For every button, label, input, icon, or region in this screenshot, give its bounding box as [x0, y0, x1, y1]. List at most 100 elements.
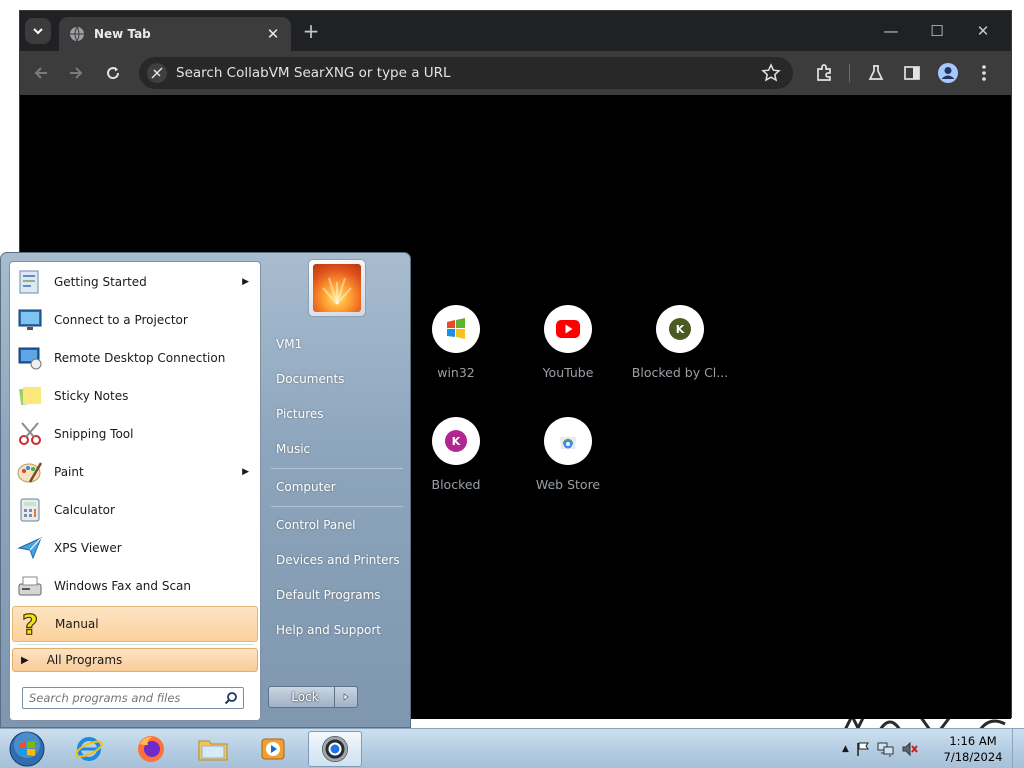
puzzle-icon — [817, 64, 831, 81]
start-link-devices-printers[interactable]: Devices and Printers — [268, 545, 404, 575]
shortcut-web-store[interactable]: Web Store — [513, 417, 623, 492]
tab-new-tab[interactable]: New Tab ✕ — [59, 17, 291, 51]
side-panel-icon — [904, 66, 920, 80]
shortcut-blocked[interactable]: K Blocked — [401, 417, 511, 492]
menu-button[interactable] — [972, 61, 996, 85]
globe-icon — [70, 26, 84, 42]
action-center-flag-icon[interactable] — [855, 741, 871, 757]
firefox-icon — [138, 736, 164, 762]
shortcut-label: Blocked by Cl... — [631, 365, 729, 380]
start-link-vm1[interactable]: VM1 — [268, 329, 404, 359]
program-getting-started[interactable]: Getting Started ▶ — [12, 264, 258, 300]
bookmark-star-icon[interactable] — [761, 63, 781, 83]
omnibox[interactable]: Search CollabVM SearXNG or type a URL — [139, 57, 793, 89]
shortcut-icon-circle — [432, 305, 480, 353]
maximize-button[interactable]: ☐ — [922, 19, 952, 43]
chevron-down-icon — [33, 28, 43, 35]
start-right-separator — [271, 506, 403, 507]
taskbar-clock[interactable]: 1:16 AM 7/18/2024 — [938, 733, 1008, 765]
program-calculator[interactable]: Calculator — [12, 492, 258, 528]
clock-time: 1:16 AM — [949, 734, 997, 748]
program-manual[interactable]: ? Manual — [12, 606, 258, 642]
browser-toolbar: Search CollabVM SearXNG or type a URL — [20, 51, 1011, 95]
taskbar-file-explorer[interactable] — [186, 731, 240, 767]
shortcut-blocked-by-cl[interactable]: K Blocked by Cl... — [625, 305, 735, 380]
side-panel-button[interactable] — [900, 61, 924, 85]
labs-button[interactable] — [864, 61, 888, 85]
volume-muted-icon[interactable] — [901, 741, 919, 757]
shortcut-youtube[interactable]: YouTube — [513, 305, 623, 380]
media-player-icon — [261, 738, 285, 760]
toolbar-divider — [849, 64, 850, 82]
shortcut-icon-circle — [544, 417, 592, 465]
all-programs-button[interactable]: ▶ All Programs — [12, 648, 258, 672]
tab-strip: New Tab ✕ + — ☐ ✕ — [20, 11, 1011, 51]
shortcut-win32[interactable]: win32 — [401, 305, 511, 380]
user-picture[interactable] — [308, 259, 366, 317]
arrow-right-icon — [70, 67, 83, 79]
taskbar-internet-explorer[interactable] — [62, 731, 116, 767]
start-link-default-programs[interactable]: Default Programs — [268, 580, 404, 610]
program-xps-viewer[interactable]: XPS Viewer — [12, 530, 258, 566]
program-sticky-notes[interactable]: Sticky Notes — [12, 378, 258, 414]
kebab-menu-icon — [982, 65, 986, 81]
program-snipping-tool[interactable]: Snipping Tool — [12, 416, 258, 452]
taskbar-chrome[interactable] — [308, 731, 362, 767]
close-window-button[interactable]: ✕ — [968, 19, 998, 43]
triangle-right-icon: ▶ — [21, 654, 29, 666]
start-button[interactable] — [6, 729, 48, 768]
start-search-box[interactable] — [22, 687, 244, 709]
lock-button[interactable]: Lock — [268, 686, 342, 708]
program-connect-projector[interactable]: Connect to a Projector — [12, 302, 258, 338]
network-icon[interactable] — [877, 741, 895, 757]
profile-button[interactable] — [936, 61, 960, 85]
program-label: Connect to a Projector — [54, 313, 188, 327]
flask-icon — [868, 65, 884, 80]
program-label: Remote Desktop Connection — [54, 351, 226, 365]
start-link-pictures[interactable]: Pictures — [268, 399, 404, 429]
tab-search-button[interactable] — [25, 18, 51, 44]
program-fax-scan[interactable]: Windows Fax and Scan — [12, 568, 258, 604]
shortcut-label: win32 — [437, 365, 475, 380]
windows-logo-icon — [447, 318, 465, 339]
taskbar-media-player[interactable] — [246, 731, 300, 767]
start-menu: Getting Started ▶ Connect to a Projector… — [0, 252, 411, 728]
shutdown-options-button[interactable] — [334, 686, 358, 708]
start-link-help-support[interactable]: Help and Support — [268, 615, 404, 645]
flower-avatar-icon — [313, 264, 361, 312]
minimize-button[interactable]: — — [876, 19, 906, 43]
reload-button[interactable] — [100, 60, 126, 86]
search-icon — [224, 692, 237, 705]
back-button[interactable] — [28, 60, 54, 86]
shortcut-icon-circle: K — [656, 305, 704, 353]
shortcut-label: YouTube — [542, 365, 594, 380]
program-label: XPS Viewer — [54, 541, 122, 555]
program-paint[interactable]: Paint ▶ — [12, 454, 258, 490]
submenu-arrow-icon: ▶ — [242, 467, 249, 477]
show-desktop-button[interactable] — [1012, 729, 1024, 768]
close-tab-icon[interactable]: ✕ — [265, 25, 281, 43]
start-link-computer[interactable]: Computer — [268, 472, 404, 502]
sticky-notes-icon — [14, 380, 46, 412]
windows-orb-icon — [9, 731, 45, 767]
new-tab-button[interactable]: + — [300, 19, 322, 43]
site-info-icon[interactable] — [147, 63, 167, 83]
show-hidden-icons-button[interactable]: ▲ — [842, 744, 849, 754]
svg-text:?: ? — [22, 609, 38, 639]
taskbar: ▲ 1:16 AM 7/18/2024 — [0, 728, 1024, 768]
extensions-button[interactable] — [812, 61, 836, 85]
program-remote-desktop[interactable]: Remote Desktop Connection — [12, 340, 258, 376]
taskbar-firefox[interactable] — [124, 731, 178, 767]
programs-divider — [18, 644, 254, 645]
program-label: Getting Started — [54, 275, 147, 289]
start-link-control-panel[interactable]: Control Panel — [268, 510, 404, 540]
system-tray: ▲ — [842, 737, 919, 761]
forward-button[interactable] — [63, 60, 89, 86]
triangle-right-icon — [343, 693, 349, 701]
start-link-music[interactable]: Music — [268, 434, 404, 464]
start-search-input[interactable] — [29, 691, 219, 705]
omnibox-placeholder: Search CollabVM SearXNG or type a URL — [176, 65, 451, 81]
start-link-documents[interactable]: Documents — [268, 364, 404, 394]
youtube-icon — [556, 320, 580, 338]
program-label: Windows Fax and Scan — [54, 579, 192, 593]
